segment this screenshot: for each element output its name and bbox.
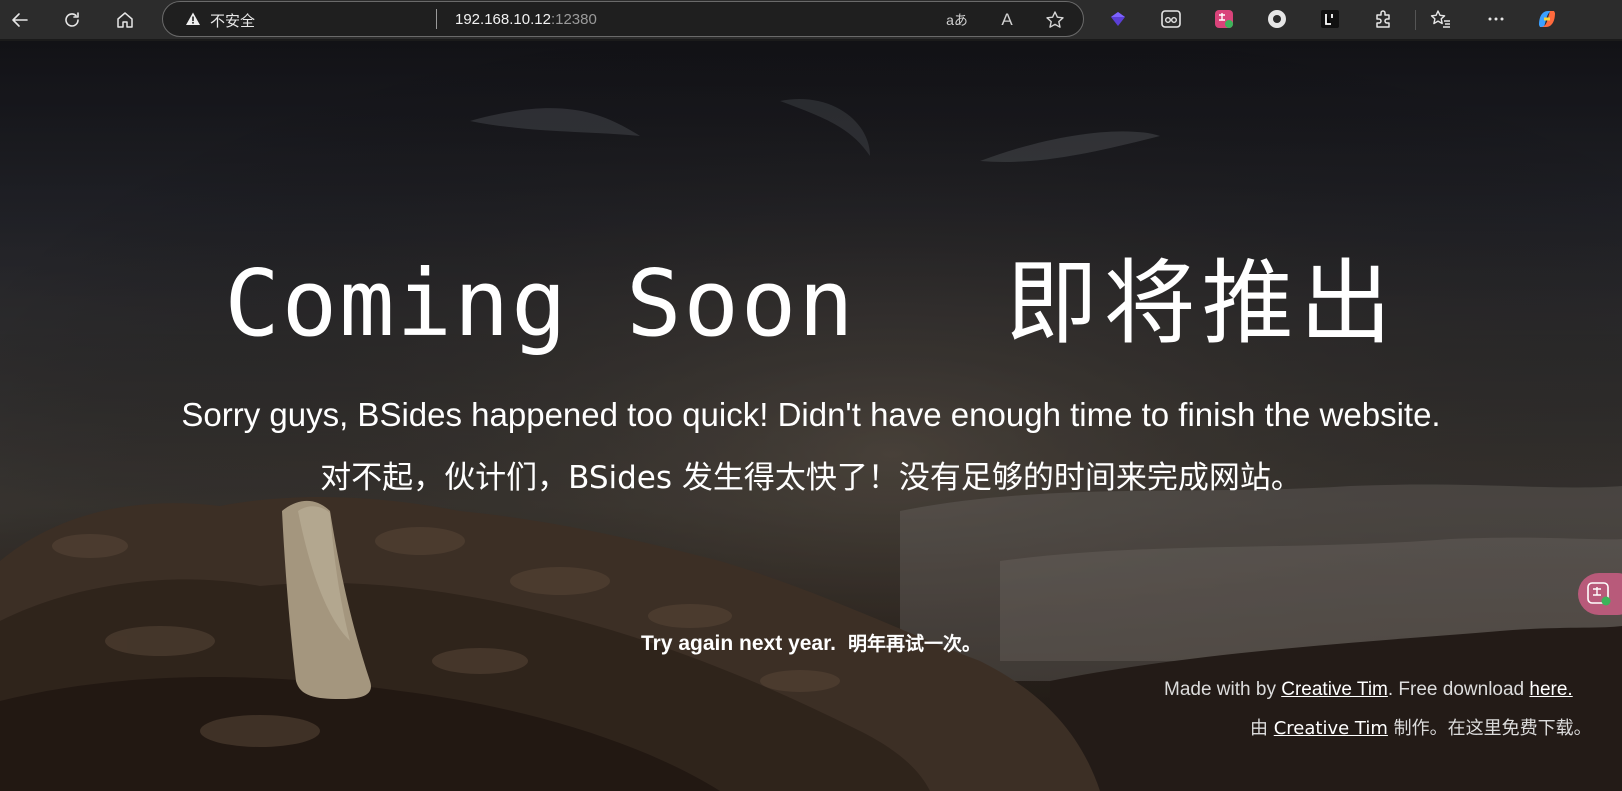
more-horizontal-icon[interactable] [1483,6,1509,32]
extension-glasses-icon[interactable] [1158,6,1184,32]
headline-zh: 即将推出 [1005,250,1398,357]
extension-notion-icon[interactable] [1317,6,1343,32]
toolbar-divider [1415,10,1416,30]
address-separator [436,9,437,29]
creative-tim-link-zh[interactable]: Creative Tim [1274,718,1388,739]
apology-text-en: Sorry guys, BSides happened too quick! D… [181,396,1441,433]
warning-triangle-icon[interactable] [185,11,201,27]
try-again-en: Try again next year. [641,632,836,655]
credit-line-zh: 由 Creative Tim 制作。在这里免费下载。 [1250,714,1622,740]
try-again-zh: 明年再试一次。 [847,633,981,655]
extension-purple-icon[interactable] [1105,6,1131,32]
browser-toolbar: 不安全 192.168.10.12:12380 aあ A [0,0,1622,40]
read-aloud-icon[interactable]: A [995,8,1019,32]
credit-zh-prefix: 由 [1250,718,1274,739]
security-label[interactable]: 不安全 [210,10,255,31]
floating-translate-button[interactable] [1578,573,1622,615]
apology-text-zh: 对不起，伙计们，BSides 发生得太快了！没有足够的时间来完成网站。 [320,460,1302,496]
download-here-link[interactable]: here. [1529,679,1572,700]
arrow-left-icon [12,13,28,27]
credit-en-prefix: Made with by [1164,679,1282,700]
refresh-icon [65,12,79,27]
reload-button[interactable] [56,4,88,36]
headline-en: Coming Soon [224,250,856,357]
back-button[interactable] [4,4,36,36]
star-icon[interactable] [1043,8,1067,32]
puzzle-icon[interactable] [1370,6,1396,32]
home-button[interactable] [109,4,141,36]
creative-tim-link[interactable]: Creative Tim [1281,679,1388,700]
address-bar[interactable]: 不安全 192.168.10.12:12380 aあ A [162,1,1084,37]
translate-icon[interactable]: aあ [945,8,969,32]
home-icon [117,12,133,28]
translate-floating-icon [1587,582,1611,606]
page-viewport: Coming Soon 即将推出 Sorry guys, BSides happe… [0,41,1622,791]
extension-translate-icon[interactable] [1211,6,1237,32]
copilot-icon[interactable] [1534,6,1560,32]
coming-soon-heading: Coming Soon 即将推出 [0,229,1622,362]
extension-circle-icon[interactable] [1264,6,1290,32]
try-again-text: Try again next year. 明年再试一次。 [0,629,1622,656]
star-list-icon[interactable] [1428,6,1454,32]
url-text[interactable]: 192.168.10.12:12380 [455,11,597,28]
credit-line-en: Made with by Creative Tim. Free download… [1164,679,1622,701]
credit-en-middle: . Free download [1387,679,1530,700]
url-port: :12380 [550,11,597,28]
credit-zh-suffix[interactable]: 制作。在这里免费下载。 [1388,718,1592,739]
url-host: 192.168.10.12 [455,11,551,28]
